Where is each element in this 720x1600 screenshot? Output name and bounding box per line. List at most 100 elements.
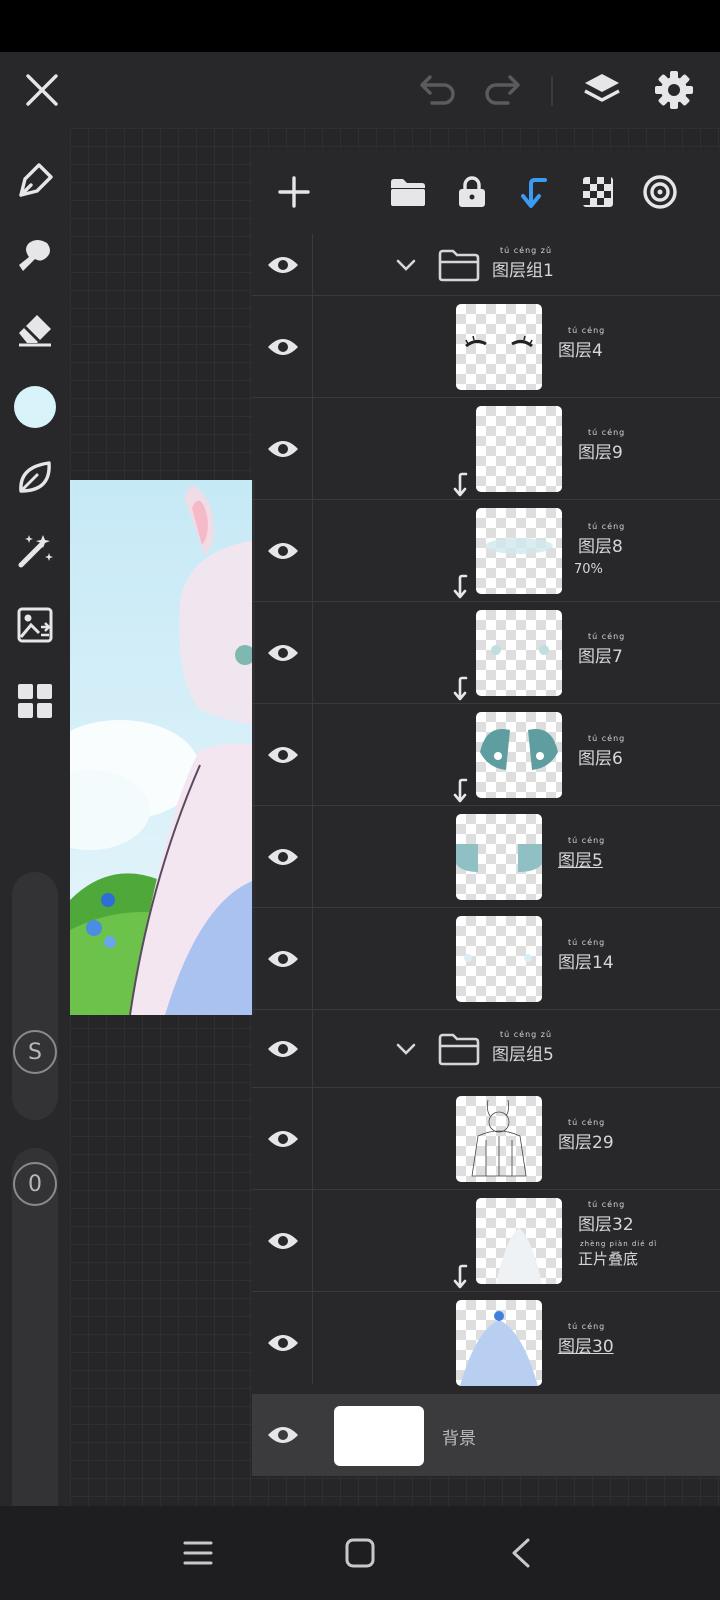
clip-indicator-icon <box>453 574 468 599</box>
magic-wand-icon[interactable] <box>10 526 60 576</box>
eye-icon[interactable] <box>260 426 306 472</box>
eye-icon[interactable] <box>260 936 306 982</box>
layer-thumbnail <box>456 814 542 900</box>
eye-icon[interactable] <box>260 242 306 288</box>
topbar-divider <box>551 76 553 106</box>
recent-apps-icon[interactable] <box>175 1530 221 1576</box>
layer-row[interactable]: tú céng 图层6 <box>252 704 720 806</box>
background-layer-row[interactable]: 背景 <box>252 1394 720 1476</box>
image-import-icon[interactable] <box>10 600 60 650</box>
layer-ruby: tú céng zǔ <box>500 246 553 255</box>
layer-thumbnail <box>456 304 542 390</box>
artwork-preview[interactable] <box>70 480 255 1015</box>
brush-icon[interactable] <box>10 156 60 206</box>
layer-ruby: tú céng <box>568 1118 606 1127</box>
color-swatch[interactable] <box>14 386 56 428</box>
layer-row[interactable]: tú céng 图层7 <box>252 602 720 704</box>
layer-thumbnail <box>476 508 562 594</box>
eye-icon[interactable] <box>260 324 306 370</box>
layers-panel: tú céng zǔ 图层组1 tú céng 图层4 tú céng 图层9 … <box>252 150 720 1474</box>
add-layer-icon[interactable] <box>272 170 316 214</box>
layer-name: 图层14 <box>558 953 614 973</box>
layer-ruby: tú céng <box>568 1322 606 1331</box>
background-label: 背景 <box>442 1429 476 1449</box>
group-folder-icon <box>438 249 480 282</box>
clip-indicator-icon <box>453 472 468 497</box>
clip-arrow-icon[interactable] <box>512 170 556 214</box>
grid-icon[interactable] <box>10 676 60 726</box>
system-nav-bar <box>0 1506 720 1600</box>
layer-group-row[interactable]: tú céng zǔ 图层组5 <box>252 1010 720 1088</box>
tool-sidebar: S 0 <box>0 128 70 1538</box>
layer-name: 图层7 <box>578 647 623 667</box>
clip-indicator-icon <box>453 676 468 701</box>
status-bar <box>0 0 720 52</box>
close-icon[interactable] <box>20 68 64 112</box>
blend-mode-label: 正片叠底 <box>578 1250 639 1268</box>
eye-icon[interactable] <box>260 1218 306 1264</box>
layer-ruby: tú céng <box>568 938 606 947</box>
layer-row[interactable]: tú céng 图层14 <box>252 908 720 1010</box>
eye-icon[interactable] <box>260 732 306 778</box>
layer-thumbnail <box>456 1096 542 1182</box>
top-bar <box>0 52 720 128</box>
undo-icon[interactable] <box>416 68 460 112</box>
eye-icon[interactable] <box>260 1412 306 1458</box>
clip-indicator-icon <box>453 778 468 803</box>
back-icon[interactable] <box>499 1530 545 1576</box>
folder-icon[interactable] <box>386 170 430 214</box>
layer-name: 图层29 <box>558 1133 614 1153</box>
blend-icon[interactable] <box>638 170 682 214</box>
group-folder-icon <box>438 1033 480 1066</box>
layer-ruby: tú céng <box>588 1200 626 1209</box>
layer-thumbnail <box>456 916 542 1002</box>
home-icon[interactable] <box>337 1530 383 1576</box>
layer-name: 图层组5 <box>492 1045 554 1065</box>
layer-thumbnail <box>456 1300 542 1386</box>
layer-thumbnail <box>476 610 562 696</box>
layer-name: 图层5 <box>558 851 603 871</box>
layer-name: 图层8 <box>578 537 623 557</box>
layer-group-row[interactable]: tú céng zǔ 图层组1 <box>252 234 720 296</box>
chevron-down-icon[interactable] <box>394 253 418 277</box>
lock-icon[interactable] <box>450 170 494 214</box>
eye-icon[interactable] <box>260 1116 306 1162</box>
eye-icon[interactable] <box>260 528 306 574</box>
eraser-icon[interactable] <box>10 304 60 354</box>
layer-row[interactable]: tú céng 图层8 70% <box>252 500 720 602</box>
layer-row[interactable]: tú céng 图层30 <box>252 1292 720 1394</box>
size-slider[interactable]: S <box>12 872 58 1120</box>
eye-icon[interactable] <box>260 1026 306 1072</box>
layer-name: 图层组1 <box>492 261 554 281</box>
layer-thumbnail <box>476 406 562 492</box>
layer-name: 图层30 <box>558 1337 614 1357</box>
blend-mode-ruby: zhèng piàn dié dǐ <box>580 1240 658 1248</box>
layer-row[interactable]: tú céng 图层4 <box>252 296 720 398</box>
layer-ruby: tú céng <box>588 734 626 743</box>
clip-indicator-icon <box>453 1264 468 1289</box>
layer-row[interactable]: tú céng 图层5 <box>252 806 720 908</box>
layer-row[interactable]: tú céng 图层29 <box>252 1088 720 1190</box>
chevron-down-icon[interactable] <box>394 1037 418 1061</box>
smudge-icon[interactable] <box>10 230 60 280</box>
layers-toolbar <box>252 150 720 234</box>
transparency-icon[interactable] <box>576 170 620 214</box>
blur-leaf-icon[interactable] <box>10 452 60 502</box>
layer-ruby: tú céng <box>588 428 626 437</box>
layer-ruby: tú céng <box>568 836 606 845</box>
redo-icon[interactable] <box>480 68 524 112</box>
opacity-slider[interactable]: 0 <box>12 1148 58 1538</box>
layers-icon[interactable] <box>580 68 624 112</box>
settings-icon[interactable] <box>652 68 696 112</box>
layer-ruby: tú céng zǔ <box>500 1030 553 1039</box>
layer-name: 图层32 <box>578 1215 634 1235</box>
layer-row[interactable]: tú céng 图层32 zhèng piàn dié dǐ 正片叠底 <box>252 1190 720 1292</box>
layer-row[interactable]: tú céng 图层9 <box>252 398 720 500</box>
background-thumbnail <box>334 1406 424 1466</box>
eye-icon[interactable] <box>260 834 306 880</box>
layer-thumbnail <box>476 712 562 798</box>
opacity-slider-label: 0 <box>13 1162 57 1206</box>
eye-icon[interactable] <box>260 630 306 676</box>
eye-icon[interactable] <box>260 1320 306 1366</box>
layer-thumbnail <box>476 1198 562 1284</box>
